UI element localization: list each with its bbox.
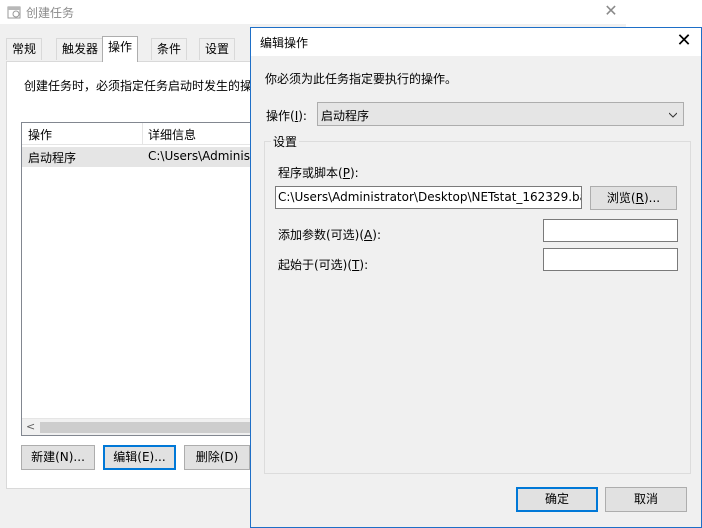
actions-list[interactable]: 操作 详细信息 启动程序 C:\Users\Administ < xyxy=(21,122,251,436)
close-icon[interactable]: ✕ xyxy=(671,30,697,54)
start-in-field[interactable] xyxy=(543,248,678,271)
edit-action-titlebar: 编辑操作 ✕ xyxy=(251,28,701,56)
dialog-instructions: 你必须为此任务指定要执行的操作。 xyxy=(265,72,458,86)
column-header-details[interactable]: 详细信息 xyxy=(148,126,196,143)
action-select-value: 启动程序 xyxy=(321,109,370,123)
settings-group-title: 设置 xyxy=(271,133,300,150)
delete-button[interactable]: 删除(D) xyxy=(184,445,250,470)
tab-triggers[interactable]: 触发器 xyxy=(56,38,105,60)
horizontal-scrollbar[interactable]: < xyxy=(22,418,250,435)
edit-action-dialog: 编辑操作 ✕ 你必须为此任务指定要执行的操作。 操作(I): 启动程序 设置 程… xyxy=(250,27,702,528)
column-divider[interactable] xyxy=(142,123,143,145)
tab-conditions[interactable]: 条件 xyxy=(151,38,188,60)
list-item[interactable]: 启动程序 C:\Users\Administ xyxy=(22,147,250,167)
program-label: 程序或脚本(P): xyxy=(278,166,359,180)
browse-button[interactable]: 浏览(R)... xyxy=(590,186,677,210)
program-field[interactable]: C:\Users\Administrator\Desktop\NETstat_1… xyxy=(275,186,582,209)
cancel-button[interactable]: 取消 xyxy=(605,487,687,512)
edit-button[interactable]: 编辑(E)... xyxy=(103,445,176,470)
chevron-down-icon xyxy=(669,112,677,118)
dialog-title: 编辑操作 xyxy=(260,36,309,50)
tab-settings[interactable]: 设置 xyxy=(199,38,236,60)
list-header: 操作 详细信息 xyxy=(22,123,250,145)
tab-actions[interactable]: 操作 xyxy=(102,36,139,62)
arguments-field[interactable] xyxy=(543,219,678,242)
close-icon[interactable]: ✕ xyxy=(596,0,626,24)
start-in-label: 起始于(可选)(T): xyxy=(278,258,369,272)
action-label: 操作(I): xyxy=(266,109,307,123)
column-header-action[interactable]: 操作 xyxy=(28,126,52,143)
scrollbar-thumb[interactable] xyxy=(40,422,250,433)
ok-button[interactable]: 确定 xyxy=(516,487,598,512)
action-select[interactable]: 启动程序 xyxy=(317,102,684,126)
tab-general[interactable]: 常规 xyxy=(6,38,43,60)
list-item-details: C:\Users\Administ xyxy=(148,149,251,163)
actions-description: 创建任务时，必须指定任务启动时发生的操 xyxy=(24,79,253,93)
scroll-left-icon[interactable]: < xyxy=(26,420,35,433)
arguments-label: 添加参数(可选)(A): xyxy=(278,228,381,242)
list-item-action: 启动程序 xyxy=(28,151,77,165)
create-task-titlebar: 创建任务 ✕ xyxy=(0,0,626,24)
task-scheduler-icon xyxy=(7,6,21,19)
new-button[interactable]: 新建(N)... xyxy=(21,445,95,470)
create-task-title: 创建任务 xyxy=(26,6,75,20)
